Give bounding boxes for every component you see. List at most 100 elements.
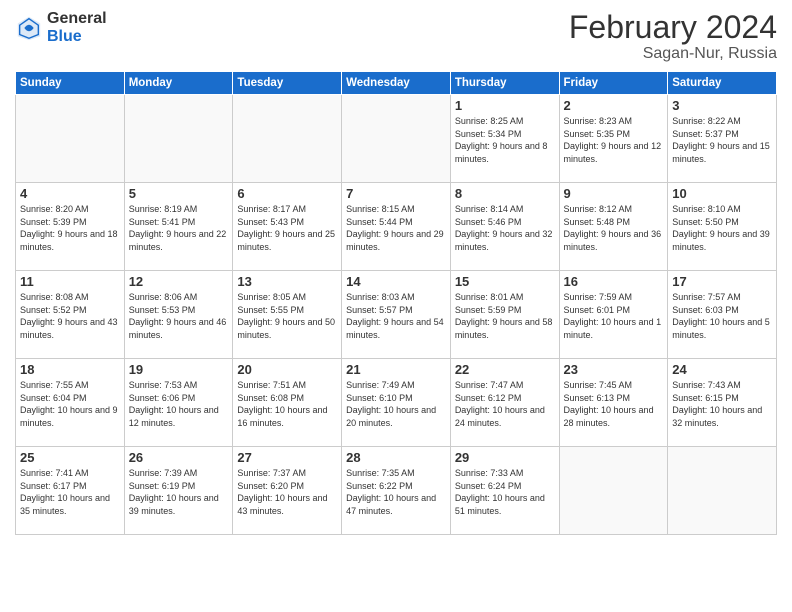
day-info: Sunrise: 7:45 AMSunset: 6:13 PMDaylight:… (564, 379, 664, 429)
calendar-cell: 20 Sunrise: 7:51 AM Sunset: 6:08 PM Dayligh… (233, 359, 342, 447)
sunrise-label: Sunrise: 8:01 AM (455, 292, 524, 302)
calendar-header: Sunday Monday Tuesday Wednesday Thursday… (16, 72, 777, 95)
day-number: 29 (455, 450, 555, 465)
calendar-title: February 2024 (569, 10, 777, 45)
calendar-cell: 9 Sunrise: 8:12 AMSunset: 5:48 PMDaylight… (559, 183, 668, 271)
day-info: Sunrise: 8:22 AMSunset: 5:37 PMDaylight:… (672, 115, 772, 165)
calendar-cell (233, 95, 342, 183)
day-number: 20 (237, 362, 337, 377)
calendar-cell: 18Sunrise: 7:55 AMSunset: 6:04 PMDayligh… (16, 359, 125, 447)
calendar-cell (559, 447, 668, 535)
daylight-label: Daylight: 9 hours and 58 minutes. (455, 317, 553, 340)
calendar-body: 1Sunrise: 8:25 AMSunset: 5:34 PMDaylight… (16, 95, 777, 535)
daylight-label: Daylight: 10 hours and 5 minutes. (672, 317, 770, 340)
day-number: 11 (20, 274, 120, 289)
logo-icon (15, 14, 43, 42)
calendar-cell: 26Sunrise: 7:39 AMSunset: 6:19 PMDayligh… (124, 447, 233, 535)
daylight-label: Daylight: 9 hours and 43 minutes. (20, 317, 118, 340)
sunset-label: Sunset: 6:12 PM (455, 393, 522, 403)
day-number: 15 (455, 274, 555, 289)
col-sunday: Sunday (16, 72, 125, 95)
daylight-label: Daylight: 10 hours and 32 minutes. (672, 405, 762, 428)
day-number: 9 (564, 186, 664, 201)
day-info: Sunrise: 8:06 AMSunset: 5:53 PMDaylight:… (129, 291, 229, 341)
daylight-label: Daylight: 10 hours and 28 minutes. (564, 405, 654, 428)
sunset-label: Sunset: 5:59 PM (455, 305, 522, 315)
day-number: 23 (564, 362, 664, 377)
day-info: Sunrise: 8:05 AMSunset: 5:55 PMDaylight:… (237, 291, 337, 341)
calendar-cell: 7Sunrise: 8:15 AMSunset: 5:44 PMDaylight… (342, 183, 451, 271)
sunset-label: Sunset: 6:06 PM (129, 393, 196, 403)
calendar-cell: 4Sunrise: 8:20 AMSunset: 5:39 PMDaylight… (16, 183, 125, 271)
sunset-label: Sunset: 5:41 PM (129, 217, 196, 227)
day-info: Sunrise: 7:39 AMSunset: 6:19 PMDaylight:… (129, 467, 229, 517)
calendar-cell: 11Sunrise: 8:08 AMSunset: 5:52 PMDayligh… (16, 271, 125, 359)
day-info: Sunrise: 8:14 AMSunset: 5:46 PMDaylight:… (455, 203, 555, 253)
day-number: 12 (129, 274, 229, 289)
logo: General Blue (15, 10, 107, 45)
calendar-week-2: 11Sunrise: 8:08 AMSunset: 5:52 PMDayligh… (16, 271, 777, 359)
col-thursday: Thursday (450, 72, 559, 95)
sunset-label: Sunset: 5:48 PM (564, 217, 631, 227)
daylight-label: Daylight: 9 hours and 15 minutes. (672, 141, 770, 164)
day-number: 5 (129, 186, 229, 201)
day-number: 18 (20, 362, 120, 377)
page: General Blue February 2024 Sagan-Nur, Ru… (0, 0, 792, 612)
daylight-label: Daylight: 10 hours and 24 minutes. (455, 405, 545, 428)
day-number: 7 (346, 186, 446, 201)
calendar-cell: 25Sunrise: 7:41 AMSunset: 6:17 PMDayligh… (16, 447, 125, 535)
sunrise-label: Sunrise: 7:57 AM (672, 292, 741, 302)
day-number: 14 (346, 274, 446, 289)
calendar-cell: 17Sunrise: 7:57 AMSunset: 6:03 PMDayligh… (668, 271, 777, 359)
calendar-week-1: 4Sunrise: 8:20 AMSunset: 5:39 PMDaylight… (16, 183, 777, 271)
sunset-label: Sunset: 5:55 PM (237, 305, 304, 315)
daylight-label: Daylight: 10 hours and 43 minutes. (237, 493, 327, 516)
sunset-label: Sunset: 6:22 PM (346, 481, 413, 491)
daylight-label: Daylight: 9 hours and 46 minutes. (129, 317, 227, 340)
daylight-label: Daylight: 9 hours and 36 minutes. (564, 229, 662, 252)
calendar-cell (342, 95, 451, 183)
day-number: 24 (672, 362, 772, 377)
sunrise-label: Sunrise: 8:20 AM (20, 204, 89, 214)
sunset-label: Sunset: 6:08 PM (237, 393, 304, 403)
sunrise-label: Sunrise: 7:53 AM (129, 380, 198, 390)
day-info: Sunrise: 8:23 AMSunset: 5:35 PMDaylight:… (564, 115, 664, 165)
sunrise-label: Sunrise: 7:55 AM (20, 380, 89, 390)
day-info: Sunrise: 8:20 AMSunset: 5:39 PMDaylight:… (20, 203, 120, 253)
sunset-label: Sunset: 6:24 PM (455, 481, 522, 491)
sunrise-label: Sunrise: 7:41 AM (20, 468, 89, 478)
calendar-cell: 29Sunrise: 7:33 AMSunset: 6:24 PMDayligh… (450, 447, 559, 535)
calendar-cell: 15 Sunrise: 8:01 AM Sunset: 5:59 PM Dayligh… (450, 271, 559, 359)
day-number: 13 (237, 274, 337, 289)
day-info: Sunrise: 8:19 AMSunset: 5:41 PMDaylight:… (129, 203, 229, 253)
sunrise-label: Sunrise: 8:25 AM (455, 116, 524, 126)
daylight-label: Daylight: 9 hours and 50 minutes. (237, 317, 335, 340)
daylight-label: Daylight: 9 hours and 32 minutes. (455, 229, 553, 252)
day-number: 19 (129, 362, 229, 377)
sunrise-label: Sunrise: 7:43 AM (672, 380, 741, 390)
sunrise-label: Sunrise: 7:49 AM (346, 380, 415, 390)
sunrise-label: Sunrise: 8:22 AM (672, 116, 741, 126)
daylight-label: Daylight: 10 hours and 1 minute. (564, 317, 662, 340)
sunset-label: Sunset: 6:20 PM (237, 481, 304, 491)
day-number: 3 (672, 98, 772, 113)
calendar-cell: 22Sunrise: 7:47 AMSunset: 6:12 PMDayligh… (450, 359, 559, 447)
day-info: Sunrise: 8:01 AM Sunset: 5:59 PM Daylight:… (455, 291, 555, 341)
calendar-cell: 5 Sunrise: 8:19 AMSunset: 5:41 PMDaylight… (124, 183, 233, 271)
day-number: 1 (455, 98, 555, 113)
day-number: 25 (20, 450, 120, 465)
calendar-cell: 16Sunrise: 7:59 AMSunset: 6:01 PMDayligh… (559, 271, 668, 359)
day-info: Sunrise: 8:12 AMSunset: 5:48 PMDaylight:… (564, 203, 664, 253)
calendar-cell: 19Sunrise: 7:53 AMSunset: 6:06 PMDayligh… (124, 359, 233, 447)
day-info: Sunrise: 7:43 AMSunset: 6:15 PMDaylight:… (672, 379, 772, 429)
sunrise-label: Sunrise: 7:51 AM (237, 380, 306, 390)
calendar-week-0: 1Sunrise: 8:25 AMSunset: 5:34 PMDaylight… (16, 95, 777, 183)
day-info: Sunrise: 7:53 AMSunset: 6:06 PMDaylight:… (129, 379, 229, 429)
daylight-label: Daylight: 10 hours and 16 minutes. (237, 405, 327, 428)
header-row: Sunday Monday Tuesday Wednesday Thursday… (16, 72, 777, 95)
calendar-cell: 24 Sunrise: 7:43 AMSunset: 6:15 PMDayligh… (668, 359, 777, 447)
day-number: 22 (455, 362, 555, 377)
sunset-label: Sunset: 5:53 PM (129, 305, 196, 315)
day-number: 16 (564, 274, 664, 289)
sunrise-label: Sunrise: 8:08 AM (20, 292, 89, 302)
